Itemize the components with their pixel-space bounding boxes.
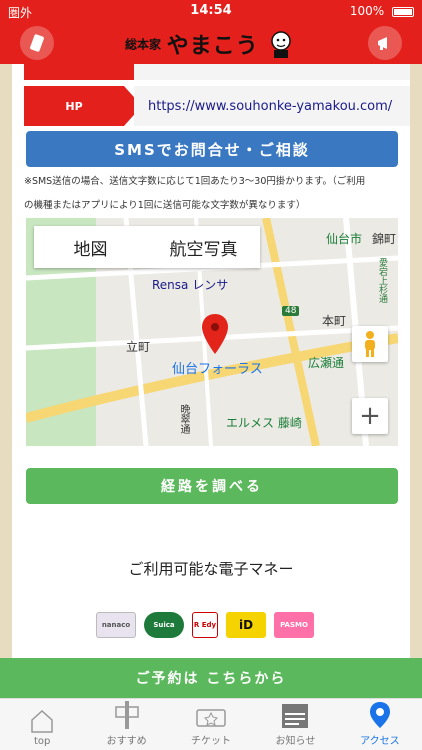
logo-big: やまこう bbox=[166, 33, 259, 59]
tab-aerial[interactable]: 航空写真 bbox=[147, 226, 260, 268]
emoney-title: ご利用可能な電子マネー bbox=[128, 560, 294, 578]
status-bar: 圏外 14:54 100% bbox=[0, 0, 422, 22]
map-pin-icon bbox=[369, 702, 390, 728]
tab-label: チケット bbox=[191, 736, 232, 747]
pasmo-card: PASMO bbox=[274, 612, 314, 638]
announcement-button[interactable] bbox=[368, 26, 402, 60]
megaphone-icon bbox=[378, 37, 387, 50]
tab-news[interactable]: お知らせ bbox=[253, 699, 337, 750]
battery-status: 100% bbox=[350, 4, 414, 18]
tab-map[interactable]: 地図 bbox=[34, 226, 147, 268]
sms-note-line2: の機種またはアプリにより1回に送信可能な文字数が異なります） bbox=[24, 200, 306, 211]
map-label: 仙台市 bbox=[326, 232, 363, 246]
edy-card: R Edy bbox=[192, 612, 218, 638]
emoney-card-list: nanaco Suica R Edy iD PASMO bbox=[96, 612, 314, 638]
sms-inquiry-button[interactable]: SMSでお問合せ・ご相談 bbox=[26, 131, 398, 167]
map-label: 仙台フォーラス bbox=[172, 362, 263, 377]
mascot-face-icon bbox=[271, 31, 291, 58]
prev-row-value bbox=[134, 64, 410, 80]
sms-note-line1: ※SMS送信の場合、送信文字数に応じて1回あたり3〜30円掛かります。（ご利用 bbox=[24, 176, 366, 187]
content-panel: HP https://www.souhonke-yamakou.com/ SMS… bbox=[12, 64, 410, 658]
hp-label: HP bbox=[65, 99, 83, 113]
map-label: Rensa レンサ bbox=[152, 278, 229, 292]
phone-icon bbox=[30, 34, 44, 52]
home-icon bbox=[31, 709, 53, 733]
map-label: 愛宕上杉通 bbox=[377, 258, 387, 303]
battery-percent: 100% bbox=[349, 4, 385, 18]
ticket-icon bbox=[196, 709, 226, 727]
zoom-in-button[interactable]: + bbox=[352, 398, 388, 434]
map-type-tabs: 地図 航空写真 bbox=[34, 226, 260, 268]
tab-label: top bbox=[34, 736, 51, 747]
route-search-button[interactable]: 経路を調べる bbox=[26, 468, 398, 504]
tab-label: お知らせ bbox=[275, 736, 316, 747]
tab-ticket[interactable]: チケット bbox=[169, 699, 253, 750]
tab-recommend[interactable]: おすすめ bbox=[84, 699, 168, 750]
app-header: 総本家 やまこう bbox=[0, 22, 422, 64]
bottom-tab-bar: top おすすめ チケット お知らせ アクセス bbox=[0, 698, 422, 750]
map-label: 広瀬通 bbox=[308, 356, 345, 370]
news-icon bbox=[282, 704, 309, 728]
street-view-button[interactable] bbox=[352, 326, 388, 362]
tab-access[interactable]: アクセス bbox=[338, 699, 422, 750]
reserve-button[interactable]: ご予約は こちらから bbox=[0, 658, 422, 698]
tab-label: アクセス bbox=[360, 736, 400, 747]
pegman-icon bbox=[365, 331, 375, 357]
hp-link[interactable]: https://www.souhonke-yamakou.com/ bbox=[134, 86, 410, 126]
tab-label: おすすめ bbox=[106, 736, 147, 747]
prev-row-label bbox=[24, 64, 142, 80]
nanaco-card: nanaco bbox=[96, 612, 136, 638]
map-label: 錦町 bbox=[372, 232, 397, 246]
signboard-icon bbox=[114, 701, 139, 729]
phone-button[interactable] bbox=[20, 26, 54, 60]
tab-top[interactable]: top bbox=[0, 699, 84, 750]
map-label: エルメス 藤崎 bbox=[226, 416, 302, 430]
map-view[interactable]: 地図 航空写真 仙台市 錦町 Rensa レンサ 立町 本町 仙台フォーラス 広… bbox=[26, 218, 398, 446]
logo-small: 総本家 bbox=[125, 37, 162, 52]
map-label: 本町 bbox=[322, 314, 347, 328]
battery-icon bbox=[392, 6, 414, 17]
id-card: iD bbox=[226, 612, 266, 638]
suica-card: Suica bbox=[144, 612, 184, 638]
location-pin-icon bbox=[202, 314, 228, 354]
map-label: 立町 bbox=[126, 340, 151, 354]
shop-logo: 総本家 やまこう bbox=[125, 28, 294, 60]
map-label: 晩翠通 bbox=[178, 404, 189, 434]
map-label: 48 bbox=[282, 306, 300, 316]
